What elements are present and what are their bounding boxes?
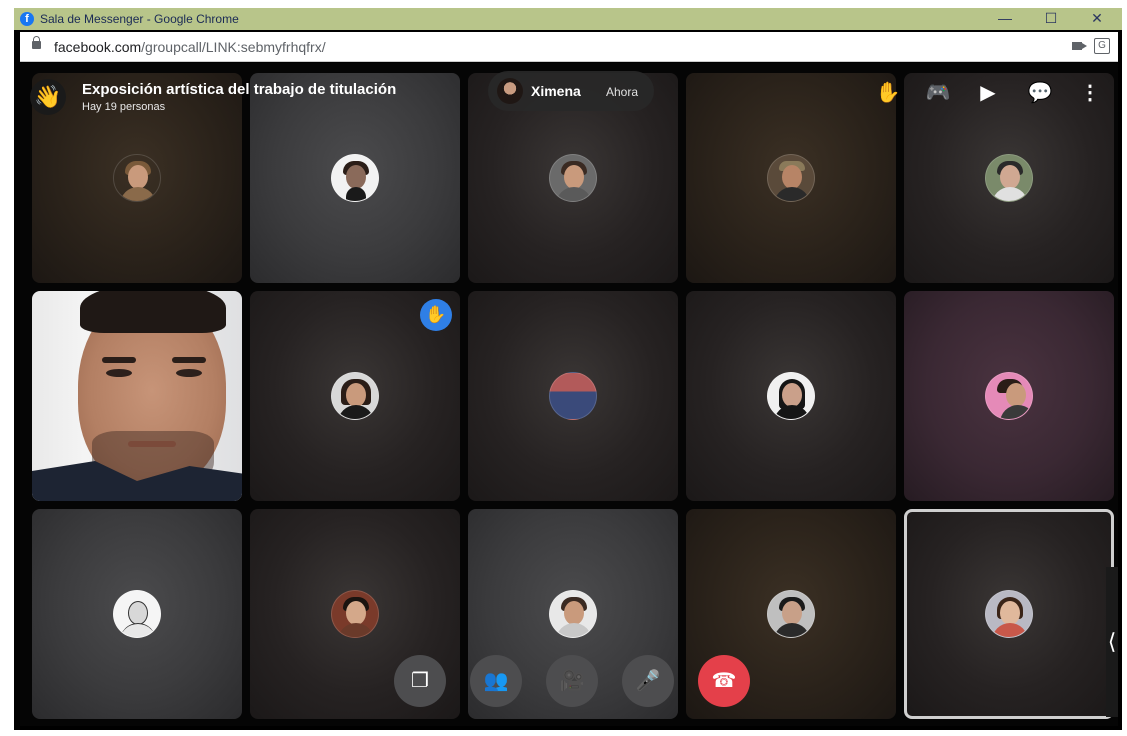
participant-avatar (985, 590, 1033, 638)
participant-avatar (331, 372, 379, 420)
browser-window: f Sala de Messenger - Google Chrome — ☐ … (14, 8, 1122, 730)
notification-time: Ahora (606, 85, 639, 99)
participant-tile[interactable] (250, 73, 460, 283)
participant-count: Hay 19 personas (82, 101, 166, 113)
games-icon[interactable]: 🎮 (924, 79, 952, 107)
url-text[interactable]: facebook.com/groupcall/LINK:sebmyfrhqfrx… (54, 39, 326, 55)
participant-avatar (767, 372, 815, 420)
participant-avatar (767, 590, 815, 638)
participant-avatar (767, 154, 815, 202)
participant-tile[interactable]: ✋ (250, 291, 460, 501)
present-screen-icon[interactable]: ▶ (974, 79, 1002, 107)
participant-avatar (549, 372, 597, 420)
participant-avatar (549, 590, 597, 638)
participant-tile[interactable] (32, 509, 242, 719)
participant-avatar (113, 154, 161, 202)
raise-hand-icon[interactable]: ✋ (874, 79, 902, 107)
camera-button[interactable]: 🎥 (546, 655, 598, 707)
end-call-button[interactable]: ☎ (698, 655, 750, 707)
join-notification[interactable]: Ximena Ahora (488, 71, 654, 111)
url-domain: facebook.com (54, 39, 142, 55)
minimize-button[interactable]: — (982, 9, 1028, 29)
window-title: Sala de Messenger - Google Chrome (40, 12, 239, 26)
close-button[interactable]: ✕ (1074, 9, 1120, 29)
participant-avatar (331, 154, 379, 202)
more-icon[interactable]: ⋮ (1076, 79, 1104, 107)
participant-tile[interactable] (468, 291, 678, 501)
notification-name: Ximena (531, 83, 581, 99)
camera-permission-icon[interactable] (1072, 42, 1087, 50)
participants-button[interactable]: 👥 (470, 655, 522, 707)
call-title: Exposición artística del trabajo de titu… (82, 81, 397, 98)
expand-panel-handle[interactable]: ⟨ (1106, 567, 1118, 717)
messenger-icon: f (20, 12, 34, 26)
waving-hand-icon: 👋 (30, 79, 66, 115)
self-camera-feed (32, 291, 242, 501)
participant-tile[interactable] (686, 73, 896, 283)
participant-tile[interactable] (686, 291, 896, 501)
video-call-area: ✋ 👋 Exposición artística del trabajo de … (20, 63, 1118, 726)
participant-avatar (985, 372, 1033, 420)
title-bar: f Sala de Messenger - Google Chrome — ☐ … (14, 8, 1122, 30)
notification-avatar (497, 78, 523, 104)
participant-avatar (331, 590, 379, 638)
raised-hand-icon: ✋ (420, 299, 452, 331)
participant-avatar (113, 590, 161, 638)
participant-avatar (549, 154, 597, 202)
participant-tile-selected[interactable] (904, 509, 1114, 719)
self-view-tile[interactable] (32, 291, 242, 501)
lock-icon[interactable] (32, 36, 41, 49)
chat-icon[interactable]: 💬 (1026, 79, 1054, 107)
microphone-button[interactable]: 🎤 (622, 655, 674, 707)
maximize-button[interactable]: ☐ (1028, 9, 1074, 29)
participant-tile[interactable] (904, 291, 1114, 501)
switch-view-button[interactable]: ❐ (394, 655, 446, 707)
address-bar[interactable]: facebook.com/groupcall/LINK:sebmyfrhqfrx… (20, 32, 1118, 62)
participant-avatar (985, 154, 1033, 202)
translate-icon[interactable]: G (1094, 38, 1110, 54)
url-path: /groupcall/LINK:sebmyfrhqfrx/ (141, 39, 326, 55)
